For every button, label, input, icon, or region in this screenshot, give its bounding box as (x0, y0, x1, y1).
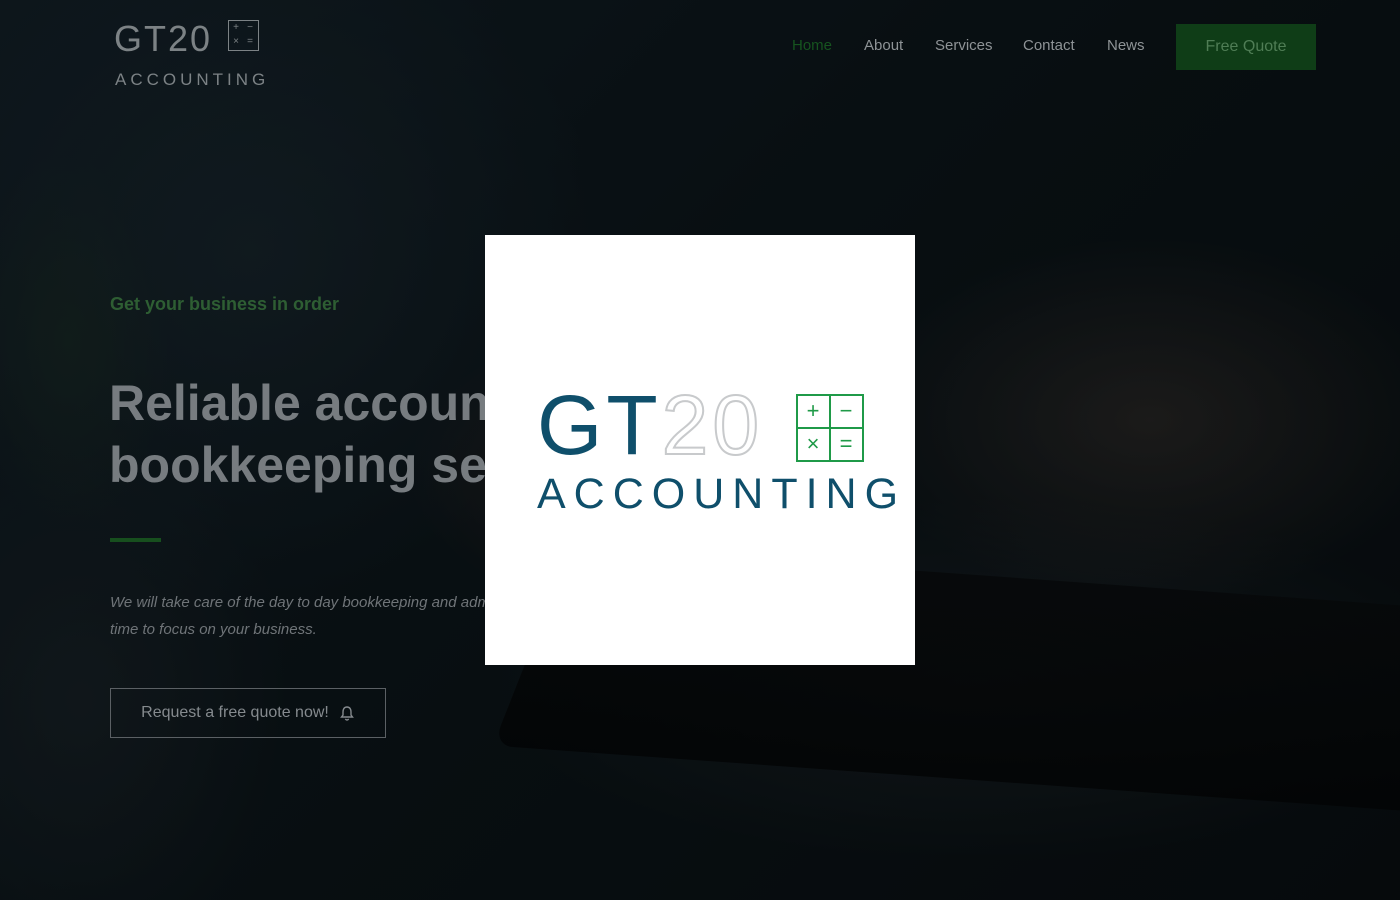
equals-symbol: = (247, 36, 253, 47)
hero-eyebrow: Get your business in order (110, 294, 340, 314)
free-quote-button[interactable]: Free Quote (1176, 24, 1316, 70)
modal-logo-number: 20 (661, 378, 764, 472)
subtext-line-1: We will take care of the day to day book… (110, 594, 486, 611)
hero-headline: Reliable account bookkeeping ser (109, 372, 489, 496)
nav-contact[interactable]: Contact (1023, 37, 1075, 54)
equals-symbol: = (839, 431, 853, 456)
times-symbol: × (233, 36, 239, 47)
calculator-icon: + − × = (228, 20, 259, 51)
plus-symbol: + (806, 398, 820, 423)
subtext-line-2: time to focus on your business. (110, 621, 317, 638)
request-quote-button[interactable]: Request a free quote now! (110, 688, 386, 738)
headline-line-1: Reliable account (109, 375, 489, 431)
nav-about[interactable]: About (864, 37, 903, 54)
calculator-icon: + − × = (796, 394, 864, 462)
headline-line-2: bookkeeping ser (109, 437, 489, 493)
bell-icon (339, 705, 354, 721)
nav-services[interactable]: Services (935, 37, 993, 54)
minus-symbol: − (247, 22, 253, 33)
hero-subtext: We will take care of the day to day book… (110, 589, 486, 643)
site-logo[interactable]: GT20 ACCOUNTING + − × = (114, 18, 265, 89)
logo-main-text: GT20 (114, 18, 213, 59)
nav-news[interactable]: News (1107, 37, 1145, 54)
hero-divider (110, 538, 161, 542)
modal-logo-gt: GT (537, 378, 662, 472)
logo-modal[interactable]: GT20 + − × = ACCOUNTING (485, 235, 915, 665)
modal-logo-main: GT20 (537, 382, 763, 468)
logo-sub-text: ACCOUNTING (115, 70, 270, 89)
nav-home[interactable]: Home (792, 37, 832, 54)
site-header: GT20 ACCOUNTING + − × = Home About Servi… (0, 0, 1400, 95)
minus-symbol: − (839, 398, 853, 423)
request-quote-label: Request a free quote now! (141, 704, 329, 721)
times-symbol: × (806, 431, 820, 456)
modal-logo-sub: ACCOUNTING (537, 470, 907, 518)
plus-symbol: + (233, 22, 239, 33)
